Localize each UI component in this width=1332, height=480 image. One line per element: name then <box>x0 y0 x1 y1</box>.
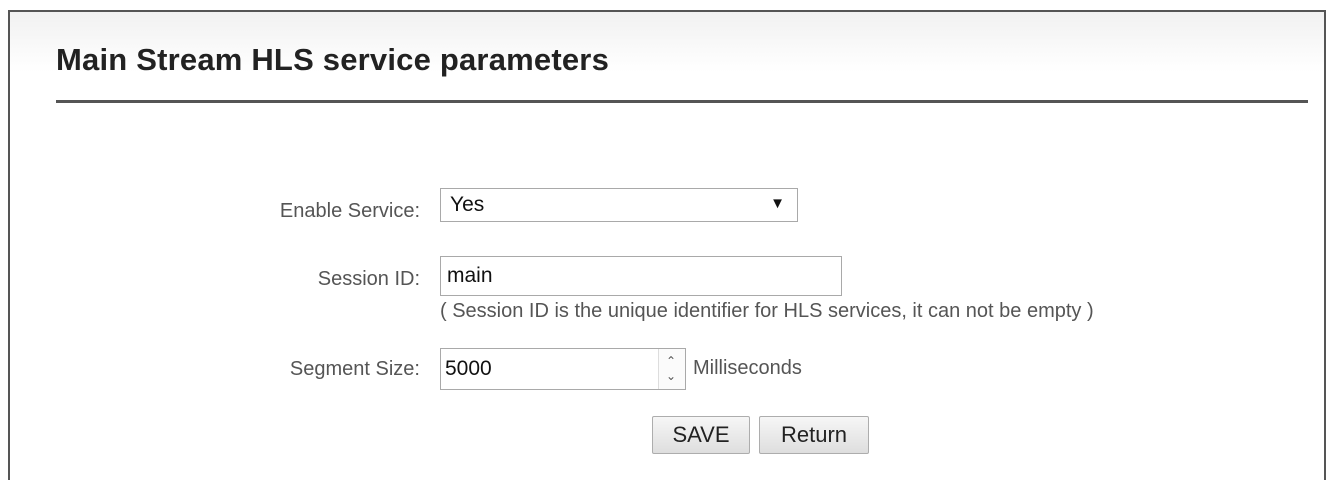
settings-panel: Main Stream HLS service parameters Enabl… <box>8 10 1326 480</box>
return-button[interactable]: Return <box>759 416 869 454</box>
segment-size-input[interactable]: 5000 ⌃ ⌄ <box>440 348 686 390</box>
enable-service-select[interactable]: Yes ▼ <box>440 188 798 222</box>
session-id-hint: ( Session ID is the unique identifier fo… <box>440 300 1094 322</box>
segment-size-label: Segment Size: <box>289 358 420 380</box>
segment-size-spinner[interactable]: ⌃ ⌄ <box>658 349 685 389</box>
session-id-input[interactable] <box>440 256 842 296</box>
spin-down-icon[interactable]: ⌄ <box>666 370 676 382</box>
segment-size-value: 5000 <box>445 357 492 380</box>
dropdown-arrow-icon: ▼ <box>770 195 785 212</box>
enable-service-label: Enable Service: <box>279 200 420 222</box>
session-id-label: Session ID: <box>317 268 420 290</box>
segment-size-unit: Milliseconds <box>693 357 802 379</box>
save-button[interactable]: SAVE <box>652 416 750 454</box>
enable-service-value: Yes <box>450 193 485 216</box>
spin-up-icon[interactable]: ⌃ <box>666 355 676 367</box>
title-divider <box>56 100 1308 103</box>
page-title: Main Stream HLS service parameters <box>56 42 610 77</box>
